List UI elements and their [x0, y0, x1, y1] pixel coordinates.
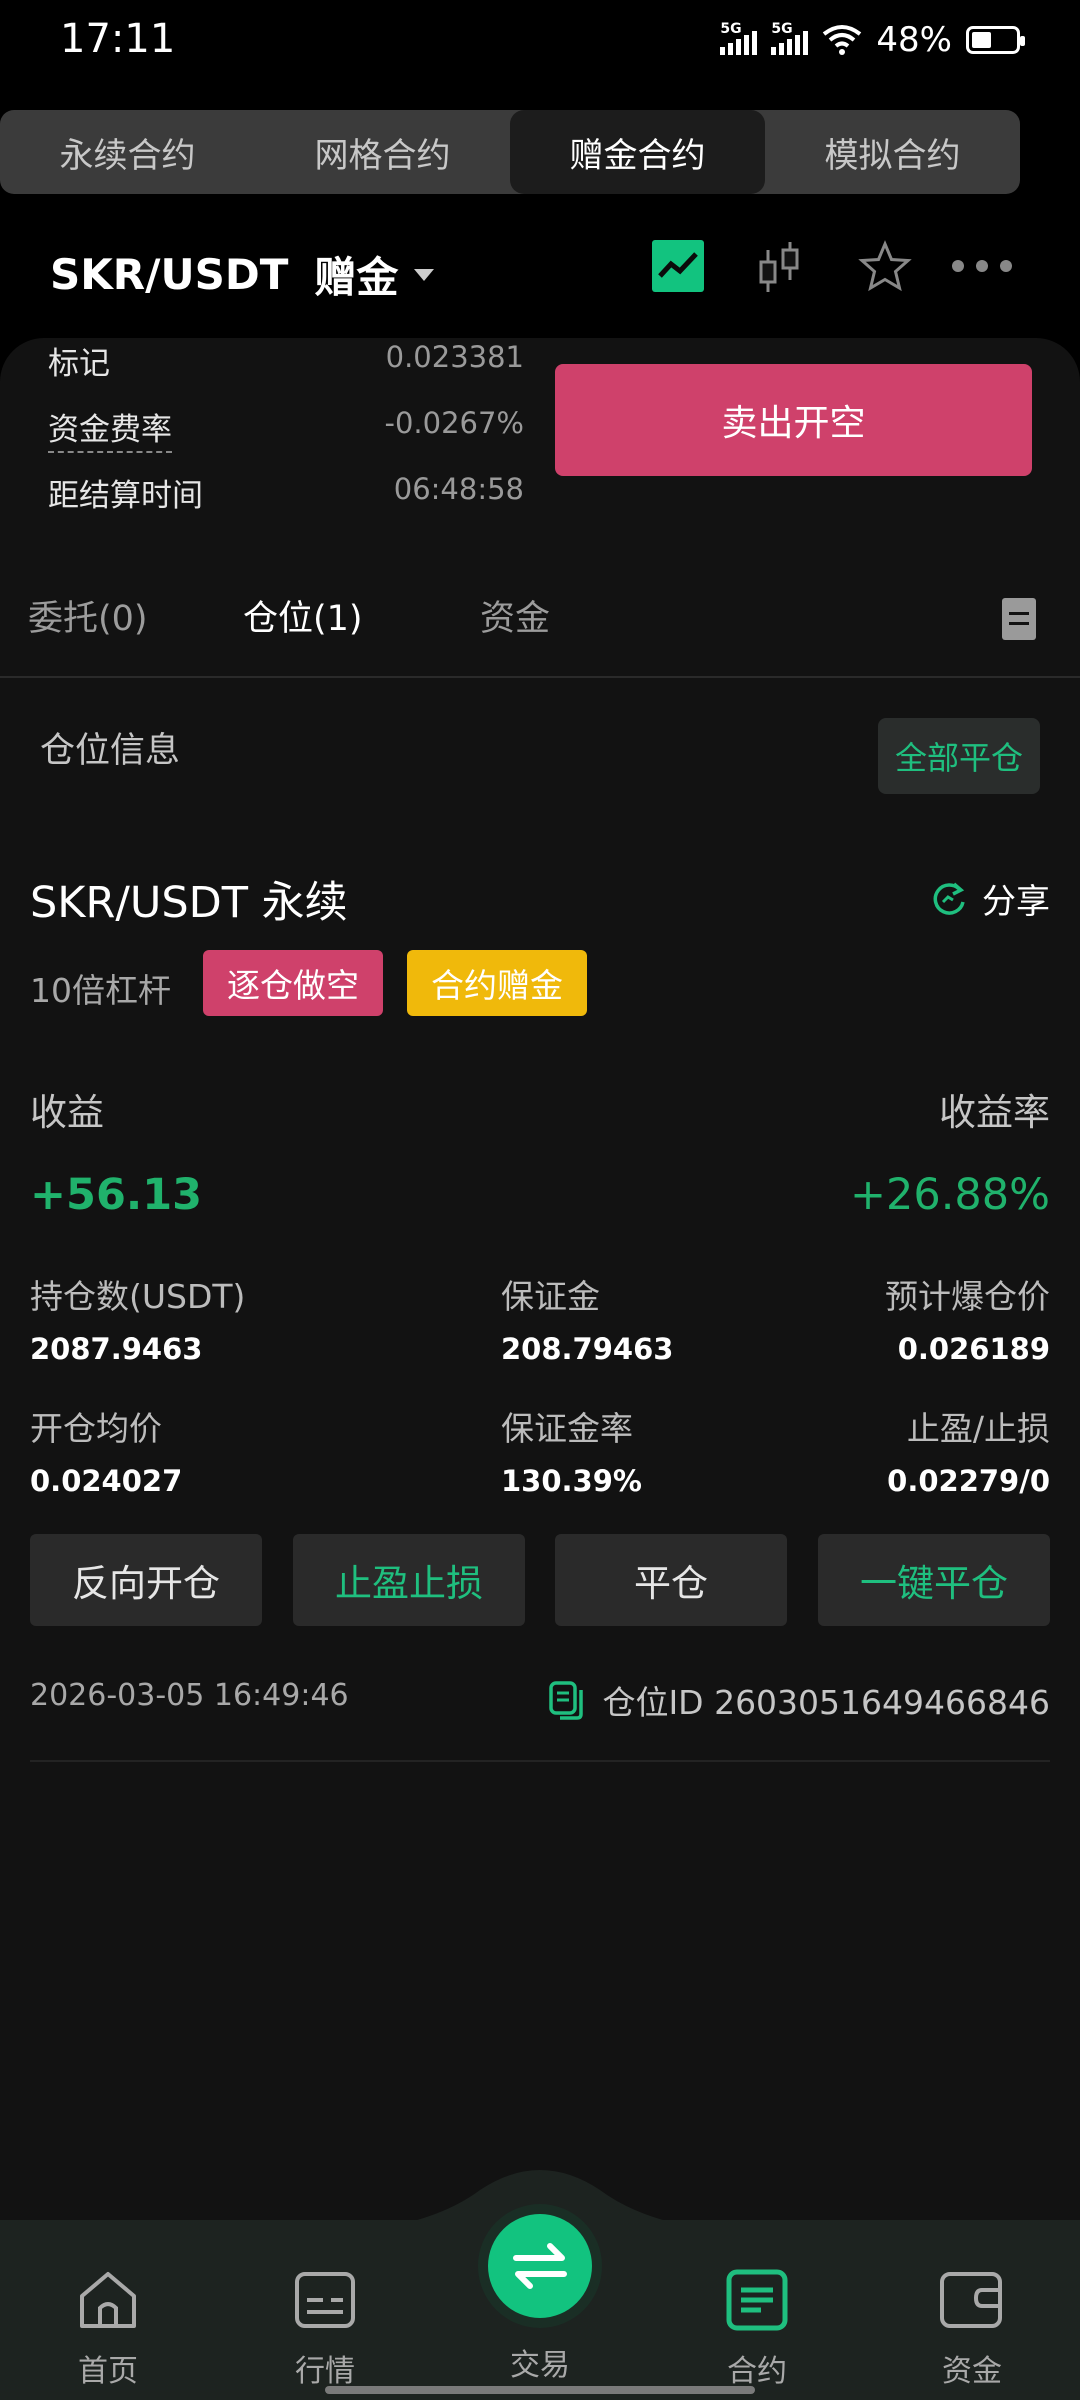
wifi-icon — [823, 25, 862, 55]
home-indicator — [325, 2386, 755, 2394]
futures-icon — [726, 2269, 788, 2331]
close-position-button[interactable]: 平仓 — [555, 1534, 787, 1626]
roe-value: +26.88% — [850, 1170, 1050, 1220]
settlement-label: 距结算时间 — [48, 478, 203, 514]
liq-price-label: 预计爆仓价 — [885, 1277, 1050, 1316]
tab-bonus[interactable]: 赠金合约 — [510, 110, 765, 194]
tp-sl-button[interactable]: 止盈止损 — [293, 1534, 525, 1626]
size-label: 持仓数(USDT) — [30, 1277, 246, 1316]
mark-value: 0.023381 — [385, 340, 524, 374]
status-time: 17:11 — [60, 16, 176, 62]
tab-funds[interactable]: 资金 — [480, 590, 550, 641]
pair-header: SKR/USDT 赠金 — [0, 230, 1080, 310]
sell-short-button[interactable]: 卖出开空 — [555, 364, 1032, 476]
one-click-close-button[interactable]: 一键平仓 — [818, 1534, 1050, 1626]
nav-futures[interactable]: 合约 — [687, 2268, 827, 2390]
order-subtabs: 委托(0) 仓位(1) 资金 — [0, 558, 1080, 678]
entry-price-value: 0.024027 — [30, 1464, 183, 1498]
share-button[interactable]: 分享 — [930, 874, 1050, 923]
position-info-title: 仓位信息 — [40, 731, 181, 771]
nav-assets[interactable]: 资金 — [902, 2268, 1042, 2390]
roe-label: 收益率 — [939, 1091, 1050, 1134]
bonus-badge: 合约赠金 — [407, 950, 587, 1016]
status-icons: 5G 5G 48% — [720, 20, 1025, 60]
status-bar: 17:11 5G 5G 48% — [0, 0, 1080, 84]
candlestick-icon[interactable] — [756, 240, 804, 296]
tab-orders[interactable]: 委托(0) — [28, 590, 148, 641]
chart-line-icon[interactable] — [652, 240, 704, 292]
star-icon[interactable] — [858, 240, 912, 294]
position-title: SKR/USDT 永续 — [30, 878, 348, 928]
nav-trade-label: 交易 — [510, 2348, 570, 2383]
leverage-label: 10倍杠杆 — [30, 971, 171, 1010]
margin-value: 208.79463 — [501, 1332, 674, 1366]
reverse-open-button[interactable]: 反向开仓 — [30, 1534, 262, 1626]
tab-positions[interactable]: 仓位(1) — [243, 590, 363, 641]
pnl-label: 收益 — [30, 1091, 104, 1134]
pair-mode: 赠金 — [314, 253, 399, 302]
chevron-down-icon — [414, 268, 435, 281]
cellular-signal-icon-2: 5G — [771, 21, 809, 55]
home-icon — [80, 2272, 136, 2328]
tab-demo[interactable]: 模拟合约 — [765, 110, 1020, 194]
liq-price-value: 0.026189 — [897, 1332, 1050, 1366]
settlement-countdown: 06:48:58 — [393, 472, 524, 506]
close-all-positions-button[interactable]: 全部平仓 — [878, 718, 1040, 794]
document-icon[interactable] — [1002, 598, 1036, 640]
swap-arrows-icon — [513, 2243, 567, 2289]
position-id-text: 仓位ID 2603051649466846 — [602, 1683, 1050, 1722]
copy-icon — [549, 1681, 584, 1720]
market-icon — [295, 2272, 355, 2328]
divider — [30, 1760, 1050, 1762]
pair-selector[interactable]: SKR/USDT 赠金 — [50, 244, 435, 305]
margin-ratio-value: 130.39% — [501, 1464, 642, 1498]
tpsl-label: 止盈/止损 — [906, 1409, 1050, 1448]
cellular-signal-icon: 5G — [720, 21, 758, 55]
battery-percent: 48% — [876, 20, 952, 60]
tpsl-value: 0.02279/0 — [887, 1464, 1050, 1498]
size-value: 2087.9463 — [30, 1332, 203, 1366]
funding-rate-label[interactable]: 资金费率 — [48, 404, 172, 453]
isolated-short-badge: 逐仓做空 — [203, 950, 383, 1016]
nav-market[interactable]: 行情 — [255, 2268, 395, 2390]
margin-ratio-label: 保证金率 — [501, 1409, 633, 1448]
wallet-icon — [940, 2272, 1002, 2328]
tab-grid[interactable]: 网格合约 — [255, 110, 510, 194]
mark-label: 标记 — [48, 346, 110, 382]
entry-price-label: 开仓均价 — [30, 1409, 162, 1448]
nav-trade-button[interactable] — [488, 2214, 592, 2318]
margin-label: 保证金 — [501, 1277, 600, 1316]
pair-name: SKR/USDT — [50, 250, 289, 299]
share-label: 分享 — [982, 882, 1050, 922]
nav-home[interactable]: 首页 — [38, 2268, 178, 2390]
funding-rate-value: -0.0267% — [384, 406, 525, 440]
contract-type-tabs: 永续合约 网格合约 赠金合约 模拟合约 — [0, 110, 1020, 194]
open-time: 2026-03-05 16:49:46 — [30, 1678, 349, 1713]
battery-icon — [966, 26, 1025, 54]
tab-perpetual[interactable]: 永续合约 — [0, 110, 255, 194]
position-id[interactable]: 仓位ID 2603051649466846 — [548, 1676, 1050, 1724]
pnl-value: +56.13 — [30, 1170, 203, 1220]
trading-panel: 标记 0.023381 资金费率 -0.0267% 距结算时间 06:48:58… — [0, 338, 1080, 2220]
more-icon[interactable] — [950, 258, 1014, 274]
share-icon — [933, 882, 965, 915]
